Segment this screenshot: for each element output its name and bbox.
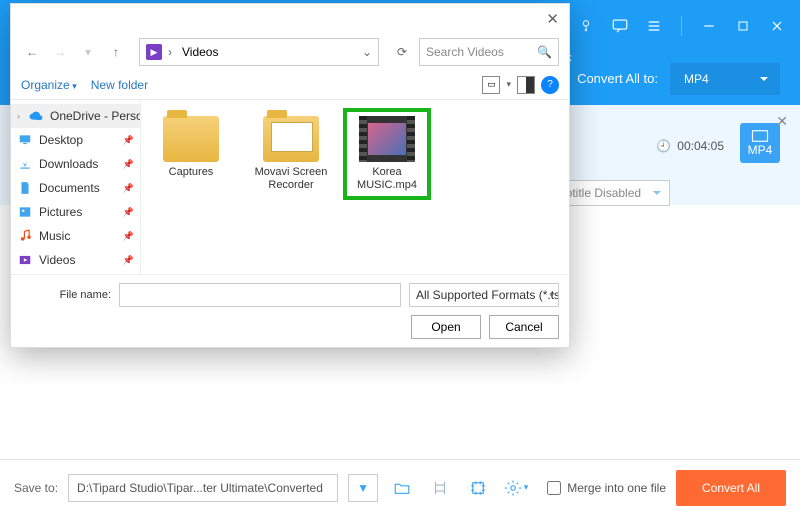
output-format-value: MP4: [684, 72, 709, 86]
pic-icon: [17, 204, 33, 220]
tree-item[interactable]: ›OneDrive - Perso: [11, 104, 140, 128]
settings-dropdown-icon[interactable]: ▾: [502, 474, 530, 502]
help-icon[interactable]: ?: [541, 76, 559, 94]
merge-checkbox[interactable]: Merge into one file: [547, 481, 666, 495]
open-folder-icon[interactable]: [388, 474, 416, 502]
file-caption: Korea MUSIC.mp4: [351, 166, 423, 192]
dialog-close-icon[interactable]: ✕: [546, 10, 559, 28]
pin-icon: 📌: [123, 255, 134, 266]
file-item[interactable]: Korea MUSIC.mp4: [347, 112, 427, 196]
video-thumbnail-icon: [359, 116, 415, 162]
music-icon: [17, 228, 33, 244]
dialog-toolbar: Organize New folder ▭ ▾ ?: [11, 70, 569, 100]
merge-checkbox-input[interactable]: [547, 481, 561, 495]
hardware-accel-icon[interactable]: [464, 474, 492, 502]
dialog-nav: ← → ▾ ↑ ▶ › Videos ⌄ ⟳ Search Videos 🔍: [11, 34, 569, 70]
chevron-down-icon[interactable]: ⌄: [362, 45, 372, 59]
cancel-button[interactable]: Cancel: [489, 315, 559, 339]
save-to-label: Save to:: [14, 481, 58, 495]
file-caption: Captures: [169, 166, 214, 179]
key-icon[interactable]: [573, 13, 599, 39]
view-dropdown-icon[interactable]: ▾: [506, 79, 511, 90]
download-icon: [17, 156, 33, 172]
file-type-filter[interactable]: All Supported Formats (*.ts;*.mt: [409, 283, 559, 307]
duration-value: 00:04:05: [677, 139, 724, 153]
save-to-dropdown[interactable]: ▼: [348, 474, 378, 502]
pin-icon: 📌: [123, 207, 134, 218]
nav-up-icon[interactable]: ↑: [105, 41, 127, 63]
folder-icon: [263, 116, 319, 162]
search-icon: 🔍: [537, 45, 552, 59]
convert-all-label: Convert All to:: [577, 71, 658, 86]
doc-icon: [17, 180, 33, 196]
cloud-icon: [28, 108, 44, 124]
close-icon[interactable]: [764, 13, 790, 39]
maximize-icon[interactable]: [730, 13, 756, 39]
output-format-badge[interactable]: MP4: [740, 123, 780, 163]
chevron-right-icon[interactable]: ›: [168, 45, 172, 59]
tree-item[interactable]: Videos📌: [11, 248, 140, 272]
new-folder-button[interactable]: New folder: [91, 78, 148, 92]
menu-icon[interactable]: [641, 13, 667, 39]
pin-icon: 📌: [123, 183, 134, 194]
nav-recent-icon[interactable]: ▾: [77, 41, 99, 63]
filename-input[interactable]: [119, 283, 401, 307]
folder-icon: [163, 116, 219, 162]
location-bar[interactable]: ▶ › Videos ⌄: [139, 38, 379, 66]
search-input[interactable]: Search Videos 🔍: [419, 38, 559, 66]
tree-item[interactable]: Pictures📌: [11, 200, 140, 224]
preview-pane-icon[interactable]: [517, 76, 535, 94]
convert-all-button[interactable]: Convert All: [676, 470, 786, 506]
refresh-icon[interactable]: ⟳: [391, 41, 413, 63]
videos-folder-icon: ▶: [146, 44, 162, 60]
clock-icon: 🕘: [656, 139, 671, 153]
tree-item[interactable]: Music📌: [11, 224, 140, 248]
file-grid: Captures Movavi Screen Recorder Korea MUSI…: [141, 100, 569, 274]
dialog-footer: File name: All Supported Formats (*.ts;*…: [11, 274, 569, 347]
merge-label: Merge into one file: [567, 481, 666, 495]
video-icon: [17, 252, 33, 268]
tree-item[interactable]: Downloads📌: [11, 152, 140, 176]
location-text: Videos: [182, 45, 218, 59]
gpu-toggle-icon[interactable]: [426, 474, 454, 502]
pin-icon: 📌: [123, 159, 134, 170]
open-button[interactable]: Open: [411, 315, 481, 339]
filename-label: File name:: [21, 289, 111, 301]
file-caption: Movavi Screen Recorder: [251, 166, 331, 192]
view-mode-icon[interactable]: ▭: [482, 76, 500, 94]
nav-back-icon[interactable]: ←: [21, 41, 43, 63]
dialog-header: ✕: [11, 4, 569, 34]
tree-item[interactable]: Documents📌: [11, 176, 140, 200]
save-to-path[interactable]: D:\Tipard Studio\Tipar...ter Ultimate\Co…: [68, 474, 338, 502]
output-format-badge-text: MP4: [748, 143, 773, 157]
search-placeholder: Search Videos: [426, 45, 531, 59]
organize-menu[interactable]: Organize: [21, 78, 77, 92]
nav-forward-icon[interactable]: →: [49, 41, 71, 63]
remove-file-icon[interactable]: ✕: [776, 113, 788, 130]
pin-icon: 📌: [123, 231, 134, 242]
bottom-bar: Save to: D:\Tipard Studio\Tipar...ter Ul…: [0, 459, 800, 515]
feedback-icon[interactable]: [607, 13, 633, 39]
folder-tree: ›OneDrive - PersoDesktop📌Downloads📌Docum…: [11, 100, 141, 274]
file-open-dialog: ✕ ← → ▾ ↑ ▶ › Videos ⌄ ⟳ Search Videos 🔍…: [10, 3, 570, 348]
tree-item[interactable]: Desktop📌: [11, 128, 140, 152]
subtitle-value: ubtitle Disabled: [559, 186, 641, 200]
pin-icon: 📌: [123, 135, 134, 146]
minimize-icon[interactable]: [696, 13, 722, 39]
file-item[interactable]: Movavi Screen Recorder: [251, 116, 331, 192]
output-format-select[interactable]: MP4: [670, 63, 780, 95]
file-item[interactable]: Captures: [151, 116, 231, 179]
desktop-icon: [17, 132, 33, 148]
